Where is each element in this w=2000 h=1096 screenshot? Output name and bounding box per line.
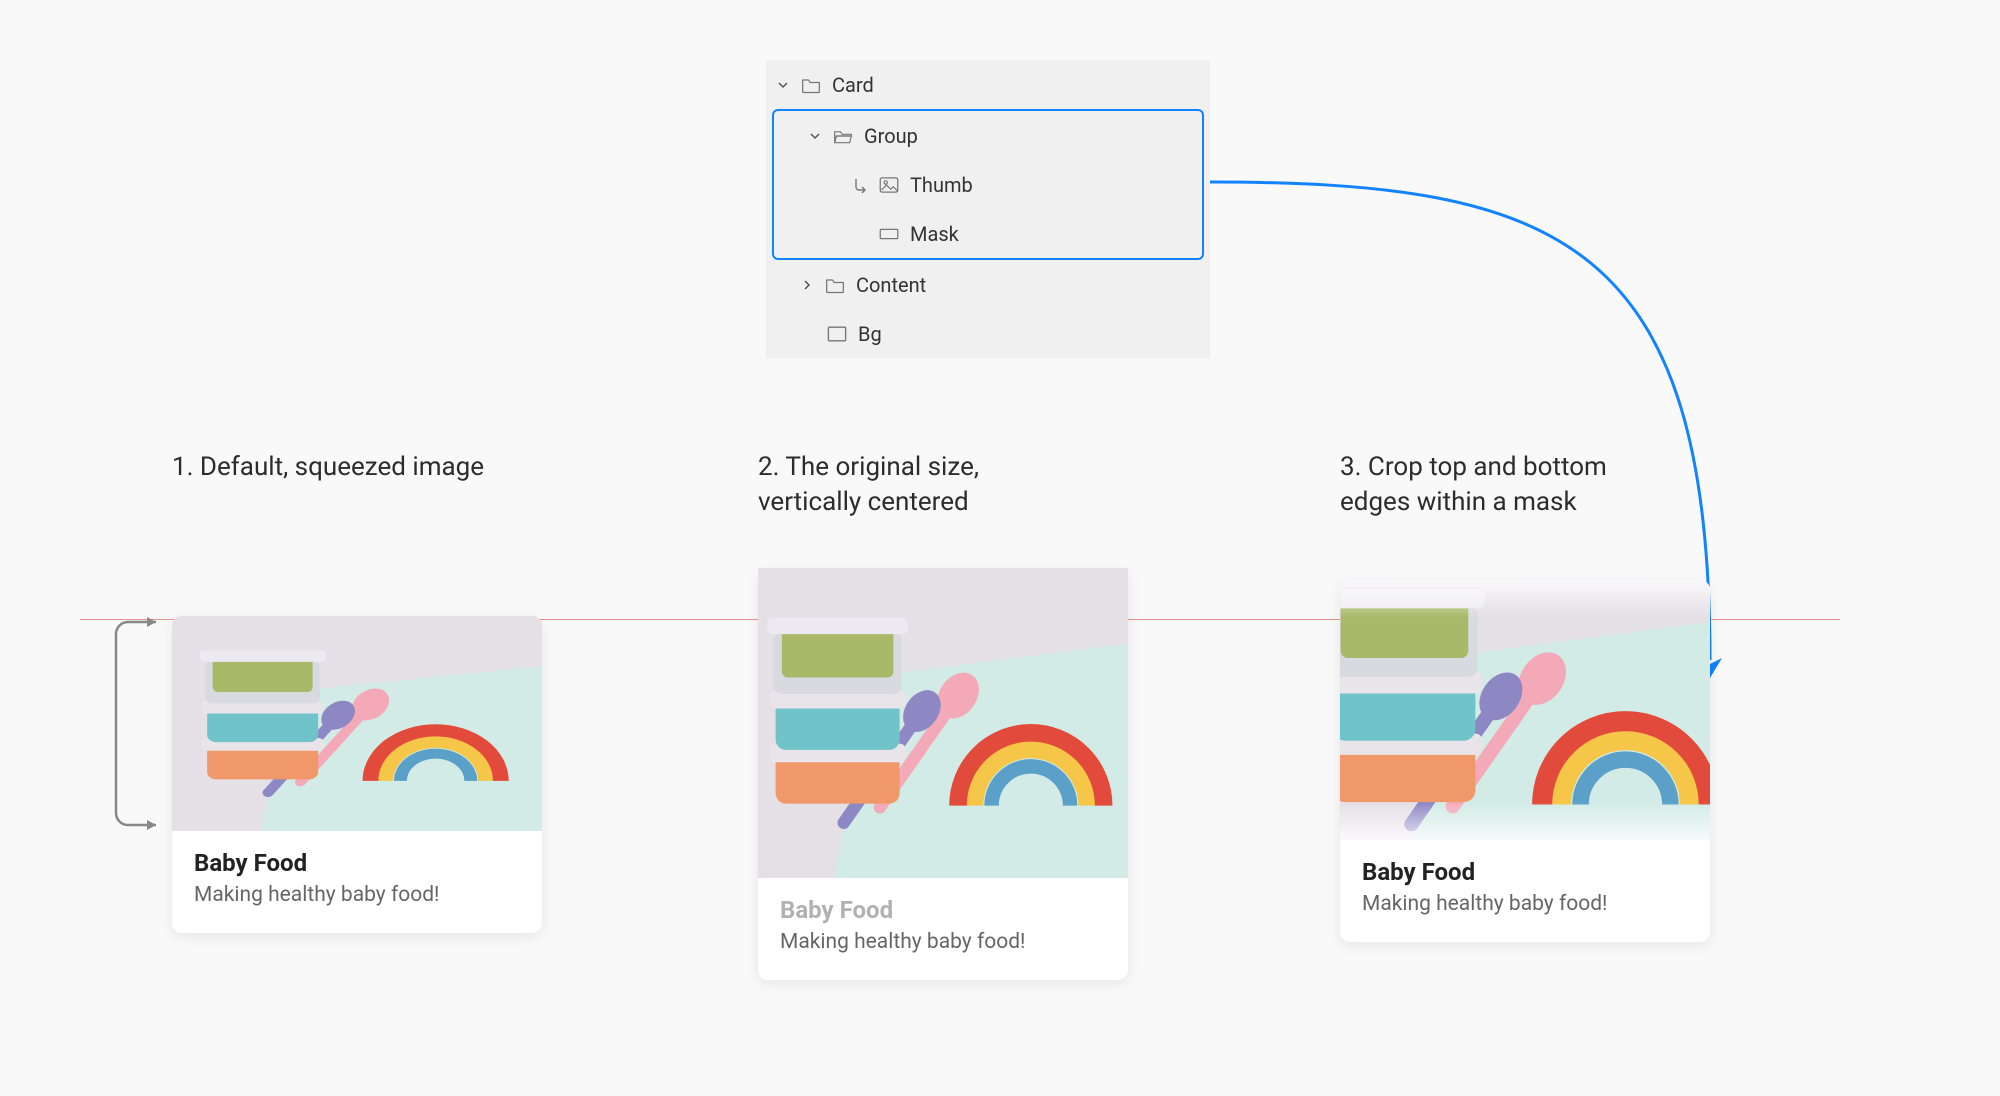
thumb-image (758, 568, 1128, 878)
layer-label: Content (856, 273, 1210, 297)
card-masked: Baby Food Making healthy baby food! (1340, 580, 1710, 942)
chevron-down-icon (808, 130, 822, 142)
caption-text: edges within a mask (1340, 487, 1577, 517)
card-subtitle: Making healthy baby food! (780, 930, 1106, 954)
layer-label: Card (832, 73, 1210, 97)
layer-row-thumb[interactable]: Thumb (774, 160, 1202, 209)
layer-row-card[interactable]: Card (766, 60, 1210, 109)
card-thumb (1340, 580, 1710, 840)
folder-icon (824, 274, 846, 296)
caption-2: 2. The original size, vertically centere… (758, 450, 1138, 520)
layer-row-bg[interactable]: Bg (766, 309, 1210, 358)
layer-row-mask[interactable]: Mask (774, 209, 1202, 258)
arrow-into-icon (852, 174, 868, 196)
card-original: Baby Food Making healthy baby food! (758, 568, 1128, 980)
chevron-down-icon (776, 79, 790, 91)
caption-text: 2. The original size, (758, 452, 979, 482)
card-thumb (758, 568, 1128, 878)
layer-selection: Group Thumb Mask (772, 109, 1204, 260)
caption-text: 3. Crop top and bottom (1340, 452, 1607, 482)
chevron-right-icon (800, 279, 814, 291)
layer-label: Bg (858, 322, 1210, 346)
thumb-image (172, 616, 542, 831)
caption-text: vertically centered (758, 487, 969, 517)
layer-label: Thumb (910, 173, 1202, 197)
layer-label: Group (864, 124, 1202, 148)
folder-open-icon (832, 125, 854, 147)
caption-1: 1. Default, squeezed image (172, 450, 552, 485)
card-body: Baby Food Making healthy baby food! (758, 878, 1128, 980)
caption-text: 1. Default, squeezed image (172, 452, 484, 482)
caption-3: 3. Crop top and bottom edges within a ma… (1340, 450, 1720, 520)
card-title: Baby Food (194, 849, 520, 877)
card-title: Baby Food (780, 896, 1106, 924)
card-squeezed: Baby Food Making healthy baby food! (172, 616, 542, 933)
card-title: Baby Food (1362, 858, 1688, 886)
card-subtitle: Making healthy baby food! (194, 883, 520, 907)
thumb-image (1340, 580, 1710, 840)
rect-wide-icon (878, 223, 900, 245)
layer-row-content[interactable]: Content (766, 260, 1210, 309)
folder-icon (800, 74, 822, 96)
layers-panel: Card Group Thumb Mask (766, 60, 1210, 358)
rect-icon (826, 323, 848, 345)
card-thumb (172, 616, 542, 831)
card-body: Baby Food Making healthy baby food! (172, 831, 542, 933)
image-icon (878, 174, 900, 196)
height-bracket (108, 616, 166, 831)
layer-row-group[interactable]: Group (774, 111, 1202, 160)
card-body: Baby Food Making healthy baby food! (1340, 840, 1710, 942)
card-subtitle: Making healthy baby food! (1362, 892, 1688, 916)
layer-label: Mask (910, 222, 1202, 246)
